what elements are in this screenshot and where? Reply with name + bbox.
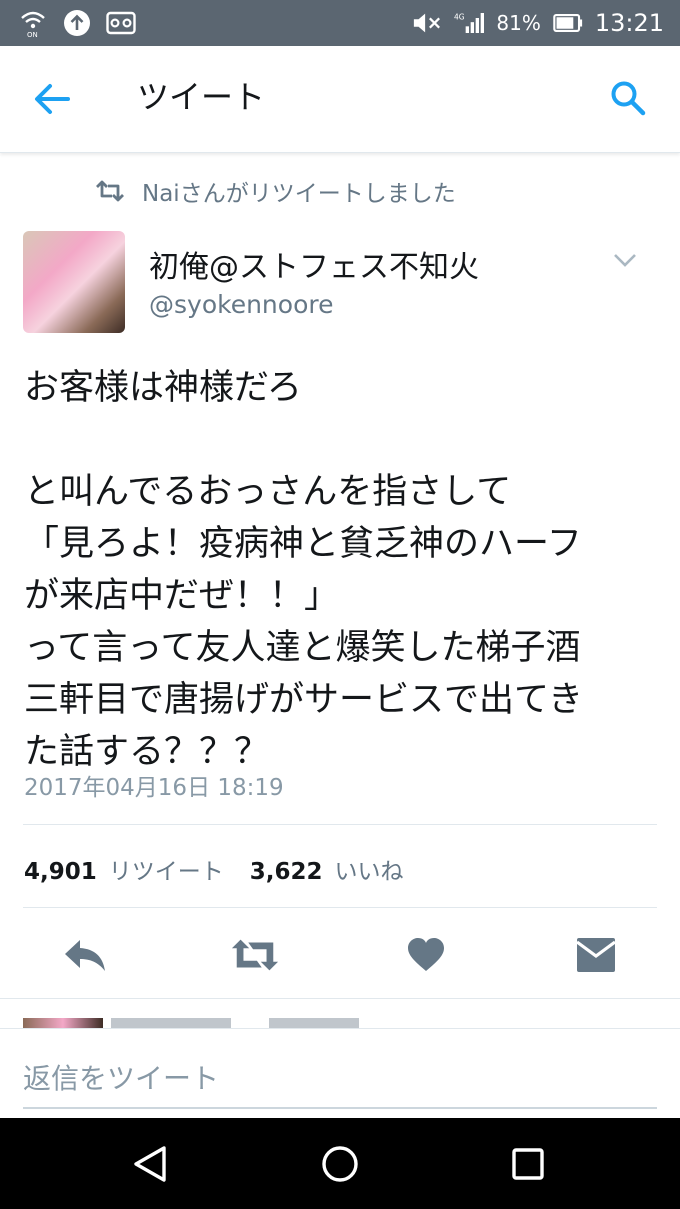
nav-back-button[interactable] [128, 1142, 172, 1186]
status-bar: ON 4G 81% 13:21 [0, 0, 680, 46]
square-recents-icon [512, 1148, 544, 1180]
author-handle[interactable]: @syokennoore [149, 290, 333, 319]
tweet-menu-button[interactable] [612, 252, 638, 268]
divider [23, 824, 657, 825]
like-count[interactable]: 3,622 [250, 859, 323, 885]
arrow-left-icon [35, 84, 70, 114]
battery-icon [553, 8, 583, 38]
divider [23, 907, 657, 908]
mute-icon [412, 8, 442, 38]
direct-message-icon [576, 938, 616, 972]
app-bar: ツイート [0, 46, 680, 153]
like-icon [408, 938, 444, 971]
like-button[interactable] [401, 934, 451, 976]
reply-composer: 返信をツイート [0, 1028, 680, 1119]
wifi-calling-icon: ON [18, 8, 48, 38]
search-icon [611, 81, 646, 116]
tweet-text: お客様は神様だろ と叫んでるおっさんを指さして 「見ろよ！疫病神と貧乏神のハーフ… [24, 368, 583, 772]
network-type-label: 4G [454, 13, 465, 22]
reply-button[interactable] [60, 934, 110, 976]
tweet-timestamp: 2017年04月16日 18:19 [24, 775, 284, 801]
author-name[interactable]: 初俺@ストフェス不知火 [149, 242, 479, 286]
upload-icon [62, 8, 92, 38]
circle-home-icon [322, 1146, 358, 1182]
nav-home-button[interactable] [318, 1142, 362, 1186]
direct-message-button[interactable] [571, 934, 621, 976]
reply-input[interactable]: 返信をツイート [23, 1057, 219, 1097]
battery-percent: 81% [496, 11, 541, 35]
like-count-label[interactable]: いいね [335, 852, 404, 886]
avatar[interactable] [23, 231, 125, 333]
reply-input-underline [23, 1107, 657, 1109]
retweet-icon [231, 939, 279, 971]
clock: 13:21 [594, 9, 664, 37]
svg-text:ON: ON [27, 31, 38, 38]
reply-icon [65, 940, 105, 971]
nav-recents-button[interactable] [506, 1142, 550, 1186]
tweet-stats: 4,901 リツイート 3,622 いいね [24, 852, 430, 886]
system-nav-bar [0, 1118, 680, 1209]
chevron-down-icon [614, 254, 636, 267]
back-button[interactable] [30, 79, 74, 119]
divider [0, 998, 680, 999]
signal-icon: 4G [454, 8, 485, 38]
voicemail-icon [106, 8, 136, 38]
triangle-back-icon [134, 1146, 166, 1182]
retweet-icon [96, 180, 124, 202]
retweet-count-label[interactable]: リツイート [109, 852, 224, 886]
retweet-button[interactable] [230, 934, 280, 976]
page-title: ツイート [137, 78, 266, 116]
retweet-context-text: Naiさんがリツイートしました [142, 181, 456, 207]
retweet-context[interactable]: Naiさんがリツイートしました [94, 174, 456, 208]
search-button[interactable] [608, 78, 648, 118]
retweet-count[interactable]: 4,901 [24, 859, 97, 885]
